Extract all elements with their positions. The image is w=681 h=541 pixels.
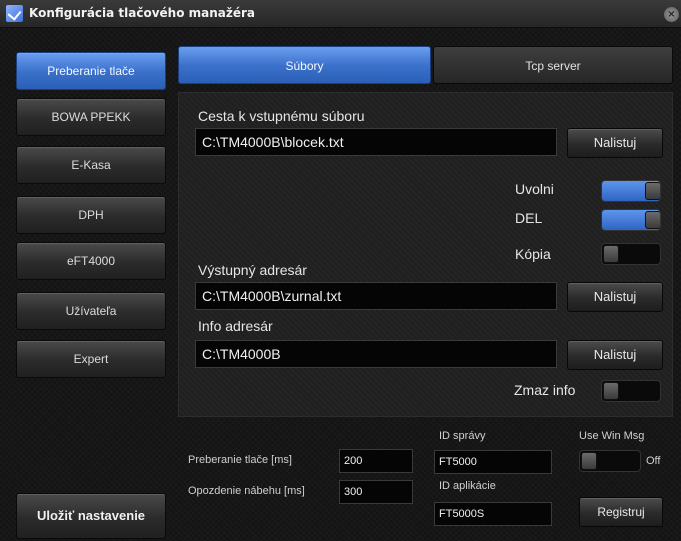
output-dir-label: Výstupný adresár bbox=[198, 262, 307, 278]
message-id-label: ID správy bbox=[439, 430, 486, 442]
clear-info-toggle-knob bbox=[603, 382, 619, 400]
input-path-label: Cesta k vstupnému súboru bbox=[198, 108, 365, 124]
del-toggle[interactable] bbox=[601, 209, 661, 231]
sidebar-item-dph[interactable]: DPH bbox=[16, 196, 166, 234]
kopia-toggle[interactable] bbox=[601, 243, 661, 265]
info-dir-label: Info adresár bbox=[198, 318, 273, 334]
sidebar-item-uzivatela[interactable]: Užívateľa bbox=[16, 292, 166, 330]
use-win-msg-state: Off bbox=[646, 455, 661, 467]
uvolni-label: Uvolni bbox=[515, 181, 554, 197]
startup-delay-field[interactable]: 300 bbox=[339, 480, 413, 504]
uvolni-toggle[interactable] bbox=[601, 180, 661, 202]
close-button[interactable]: × bbox=[664, 7, 679, 22]
sidebar-item-bowa-ppekk[interactable]: BOWA PPEKK bbox=[16, 98, 166, 136]
sidebar-item-expert[interactable]: Expert bbox=[16, 340, 166, 378]
print-interval-field[interactable]: 200 bbox=[339, 449, 413, 473]
browse-info-button[interactable]: Nalistuj bbox=[567, 340, 663, 370]
use-win-msg-toggle[interactable] bbox=[579, 450, 641, 472]
tab-subory[interactable]: Súbory bbox=[178, 46, 431, 84]
kopia-toggle-knob bbox=[603, 245, 619, 263]
info-dir-field[interactable]: C:\TM4000B bbox=[195, 340, 557, 368]
title-bar: Konfigurácia tlačového manažéra × bbox=[0, 0, 681, 28]
output-dir-field[interactable]: C:\TM4000B\zurnal.txt bbox=[195, 282, 557, 310]
sidebar-item-preberanie-tlace[interactable]: Preberanie tlače bbox=[16, 52, 166, 90]
input-path-field[interactable]: C:\TM4000B\blocek.txt bbox=[195, 128, 557, 156]
app-check-icon bbox=[6, 5, 23, 22]
use-win-msg-label: Use Win Msg bbox=[579, 430, 645, 442]
save-settings-button[interactable]: Uložiť nastavenie bbox=[16, 493, 166, 539]
kopia-label: Kópia bbox=[515, 246, 551, 262]
sidebar-item-e-kasa[interactable]: E-Kasa bbox=[16, 146, 166, 184]
app-id-label: ID aplikácie bbox=[439, 480, 496, 492]
del-label: DEL bbox=[515, 210, 543, 226]
sidebar-item-eft4000[interactable]: eFT4000 bbox=[16, 242, 166, 280]
config-window: Konfigurácia tlačového manažéra × Preber… bbox=[0, 0, 681, 541]
use-win-msg-toggle-knob bbox=[581, 452, 597, 470]
clear-info-toggle[interactable] bbox=[601, 380, 661, 402]
browse-output-button[interactable]: Nalistuj bbox=[567, 282, 663, 312]
print-interval-label: Preberanie tlače [ms] bbox=[188, 454, 292, 466]
uvolni-toggle-knob bbox=[645, 182, 660, 200]
clear-info-label: Zmaz info bbox=[514, 382, 576, 398]
del-toggle-knob bbox=[645, 211, 660, 229]
app-id-field[interactable]: FT5000S bbox=[434, 502, 552, 526]
message-id-field[interactable]: FT5000 bbox=[434, 450, 552, 474]
tab-tcp-server[interactable]: Tcp server bbox=[433, 46, 673, 84]
browse-input-button[interactable]: Nalistuj bbox=[567, 128, 663, 158]
register-button[interactable]: Registruj bbox=[579, 497, 663, 527]
startup-delay-label: Opozdenie nábehu [ms] bbox=[188, 485, 305, 497]
window-title: Konfigurácia tlačového manažéra bbox=[29, 6, 256, 20]
